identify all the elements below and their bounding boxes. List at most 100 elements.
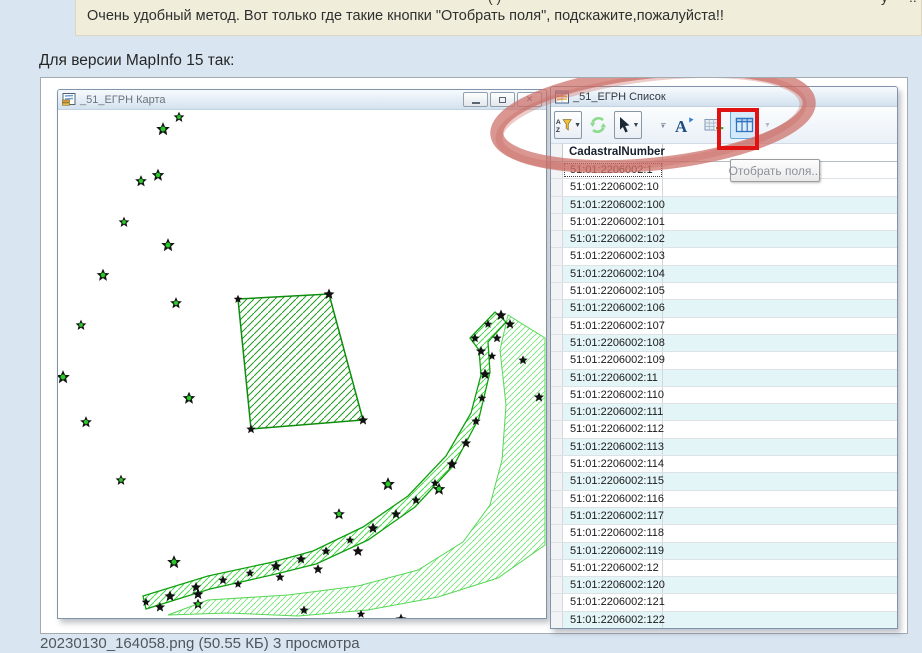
row-header-cell[interactable] bbox=[551, 370, 563, 386]
select-arrow-button[interactable]: ▼ bbox=[614, 111, 642, 139]
cadastral-number-cell[interactable]: 51:01:2206002:122 bbox=[563, 612, 663, 628]
row-header-cell[interactable] bbox=[551, 612, 563, 628]
cadastral-number-cell[interactable]: 51:01:2206002:115 bbox=[563, 473, 663, 489]
sort-filter-button[interactable]: A Z ▼ bbox=[554, 111, 582, 139]
map-canvas[interactable] bbox=[58, 110, 546, 618]
cadastral-number-cell[interactable]: 51:01:2206002:118 bbox=[563, 525, 663, 541]
row-header-cell[interactable] bbox=[551, 179, 563, 195]
row-header-cell[interactable] bbox=[551, 352, 563, 368]
refresh-button[interactable] bbox=[584, 111, 612, 139]
cadastral-number-cell[interactable]: 51:01:2206002:112 bbox=[563, 421, 663, 437]
table-row[interactable]: 51:01:2206002:12 bbox=[551, 560, 897, 577]
row-header-cell[interactable] bbox=[551, 543, 563, 559]
table-row[interactable]: 51:01:2206002:106 bbox=[551, 300, 897, 317]
table-row[interactable]: 51:01:2206002:107 bbox=[551, 318, 897, 335]
cadastral-number-cell[interactable]: 51:01:2206002:117 bbox=[563, 508, 663, 524]
row-header-cell[interactable] bbox=[551, 300, 563, 316]
table-row[interactable]: 51:01:2206002:115 bbox=[551, 473, 897, 490]
browser-toolbar[interactable]: A Z ▼ ▼ bbox=[551, 107, 897, 144]
table-header-row[interactable]: CadastralNumber bbox=[551, 144, 897, 162]
table-body[interactable]: 51:01:2206002:151:01:2206002:10 51:01:220… bbox=[551, 162, 897, 628]
map-window[interactable]: _51_ЕГРН Карта ✕ bbox=[57, 89, 547, 619]
attached-screenshot[interactable]: _51_ЕГРН Карта ✕ bbox=[40, 77, 908, 634]
table-row[interactable]: 51:01:2206002:105 bbox=[551, 283, 897, 300]
cadastral-number-cell[interactable]: 51:01:2206002:121 bbox=[563, 594, 663, 610]
cadastral-number-cell[interactable]: 51:01:2206002:106 bbox=[563, 300, 663, 316]
table-row[interactable]: 51:01:2206002:114 bbox=[551, 456, 897, 473]
row-header-cell[interactable] bbox=[551, 491, 563, 507]
table-row[interactable]: 51:01:2206002:116 bbox=[551, 491, 897, 508]
pick-fields-button[interactable] bbox=[730, 111, 758, 139]
cadastral-number-cell[interactable]: 51:01:2206002:10 bbox=[563, 179, 663, 195]
cadastral-number-cell[interactable]: 51:01:2206002:111 bbox=[563, 404, 663, 420]
row-header-cell[interactable] bbox=[551, 248, 563, 264]
row-header-cell[interactable] bbox=[551, 214, 563, 230]
row-header-cell[interactable] bbox=[551, 266, 563, 282]
row-header-cell[interactable] bbox=[551, 473, 563, 489]
minimize-button[interactable] bbox=[463, 92, 488, 107]
cadastral-number-cell[interactable]: 51:01:2206002:110 bbox=[563, 387, 663, 403]
row-header-cell[interactable] bbox=[551, 421, 563, 437]
row-header-cell[interactable] bbox=[551, 335, 563, 351]
table-row[interactable]: 51:01:2206002:104 bbox=[551, 266, 897, 283]
table-row[interactable]: 51:01:2206002:109 bbox=[551, 352, 897, 369]
row-header-cell[interactable] bbox=[551, 318, 563, 334]
table-row[interactable]: 51:01:2206002:1 bbox=[551, 162, 897, 179]
row-header-cell[interactable] bbox=[551, 283, 563, 299]
maximize-button[interactable] bbox=[490, 92, 515, 107]
row-header-cell[interactable] bbox=[551, 197, 563, 213]
cadastral-number-cell[interactable]: 51:01:2206002:103 bbox=[563, 248, 663, 264]
row-header-cell[interactable] bbox=[551, 508, 563, 524]
cadastral-number-cell[interactable]: 51:01:2206002:102 bbox=[563, 231, 663, 247]
table-row[interactable]: 51:01:2206002:10 bbox=[551, 179, 897, 196]
row-header-cell[interactable] bbox=[551, 404, 563, 420]
cadastral-number-cell[interactable]: 51:01:2206002:1 bbox=[563, 162, 663, 178]
cadastral-number-cell[interactable]: 51:01:2206002:119 bbox=[563, 543, 663, 559]
row-header-cell[interactable] bbox=[551, 525, 563, 541]
cadastral-number-cell[interactable]: 51:01:2206002:113 bbox=[563, 439, 663, 455]
row-header-cell[interactable] bbox=[551, 387, 563, 403]
list-window[interactable]: _51_ЕГРН Список A Z ▼ bbox=[550, 86, 898, 629]
row-header-cell[interactable] bbox=[551, 577, 563, 593]
table-row[interactable]: 51:01:2206002:101 bbox=[551, 214, 897, 231]
overflow-grip[interactable]: ▼ bbox=[658, 113, 668, 137]
table-row[interactable]: 51:01:2206002:111 bbox=[551, 404, 897, 421]
row-header-cell[interactable] bbox=[551, 231, 563, 247]
close-button[interactable]: ✕ bbox=[517, 92, 542, 107]
font-button[interactable]: A bbox=[670, 111, 698, 139]
row-header-cell[interactable] bbox=[551, 162, 563, 178]
table-row[interactable]: 51:01:2206002:108 bbox=[551, 335, 897, 352]
cadastral-number-cell[interactable]: 51:01:2206002:108 bbox=[563, 335, 663, 351]
cadastral-number-cell[interactable]: 51:01:2206002:11 bbox=[563, 370, 663, 386]
cadastral-number-cell[interactable]: 51:01:2206002:109 bbox=[563, 352, 663, 368]
map-window-titlebar[interactable]: _51_ЕГРН Карта ✕ bbox=[58, 90, 546, 110]
cadastral-number-cell[interactable]: 51:01:2206002:107 bbox=[563, 318, 663, 334]
table-row[interactable]: 51:01:2206002:119 bbox=[551, 543, 897, 560]
column-header[interactable]: CadastralNumber bbox=[563, 144, 663, 161]
cadastral-number-cell[interactable]: 51:01:2206002:100 bbox=[563, 197, 663, 213]
cadastral-number-cell[interactable]: 51:01:2206002:114 bbox=[563, 456, 663, 472]
cadastral-number-cell[interactable]: 51:01:2206002:105 bbox=[563, 283, 663, 299]
table-row[interactable]: 51:01:2206002:120 bbox=[551, 577, 897, 594]
table-row[interactable]: 51:01:2206002:100 bbox=[551, 197, 897, 214]
cadastral-number-cell[interactable]: 51:01:2206002:104 bbox=[563, 266, 663, 282]
table-row[interactable]: 51:01:2206002:113 bbox=[551, 439, 897, 456]
row-header-cell[interactable] bbox=[551, 439, 563, 455]
table-row[interactable]: 51:01:2206002:103 bbox=[551, 248, 897, 265]
cadastral-number-cell[interactable]: 51:01:2206002:101 bbox=[563, 214, 663, 230]
table-row[interactable]: 51:01:2206002:11 bbox=[551, 370, 897, 387]
table-row[interactable]: 51:01:2206002:110 bbox=[551, 387, 897, 404]
table-row[interactable]: 51:01:2206002:118 bbox=[551, 525, 897, 542]
list-window-titlebar[interactable]: _51_ЕГРН Список bbox=[551, 87, 897, 107]
cadastral-number-cell[interactable]: 51:01:2206002:116 bbox=[563, 491, 663, 507]
table-row[interactable]: 51:01:2206002:122 bbox=[551, 612, 897, 628]
row-header-cell[interactable] bbox=[551, 560, 563, 576]
add-field-button[interactable] bbox=[700, 111, 728, 139]
table-row[interactable]: 51:01:2206002:102 bbox=[551, 231, 897, 248]
cadastral-number-cell[interactable]: 51:01:2206002:12 bbox=[563, 560, 663, 576]
table-row[interactable]: 51:01:2206002:117 bbox=[551, 508, 897, 525]
table-row[interactable]: 51:01:2206002:112 bbox=[551, 421, 897, 438]
row-header-cell[interactable] bbox=[551, 594, 563, 610]
table-row[interactable]: 51:01:2206002:121 bbox=[551, 594, 897, 611]
row-header-cell[interactable] bbox=[551, 456, 563, 472]
